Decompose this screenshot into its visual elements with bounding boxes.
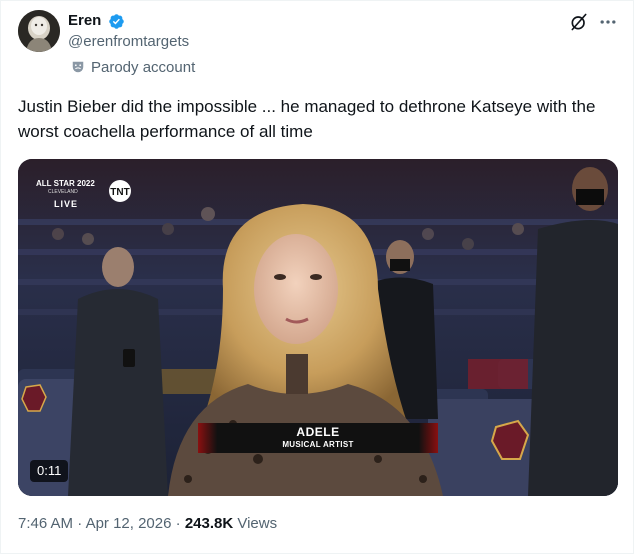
views-label: Views [237,515,278,532]
parody-label: Parody account [71,58,195,76]
tweet-text: Justin Bieber did the impossible ... he … [18,97,596,141]
views-count[interactable]: 243.8K [185,515,233,532]
tweet-video[interactable]: TNT ALL STAR 2022 CLEVELAND LIVE ADELE M… [18,159,618,496]
avatar-image [18,10,60,52]
verified-badge-icon[interactable] [108,13,125,30]
tweet-time[interactable]: 7:46 AM [18,515,73,532]
meta-separator: · [77,515,83,532]
lower-third-title: MUSICAL ARTIST [282,440,354,449]
tweet-date[interactable]: Apr 12, 2026 [86,515,172,532]
video-duration: 0:11 [30,460,69,482]
meta-separator: · [175,515,181,532]
parody-label-text: Parody account [91,58,196,76]
tweet-meta: 7:46 AM · Apr 12, 2026 · 243.8K Views [18,515,277,532]
grok-icon[interactable] [569,12,589,32]
theater-masks-icon [72,61,84,73]
tweet-card: Eren @erenfromtargets Parody account Jus… [0,0,634,554]
broadcast-badge: ALL STAR 2022 [36,179,95,188]
author-display-name[interactable]: Eren [68,12,101,29]
svg-text:TNT: TNT [110,187,129,198]
more-dots-icon[interactable] [598,12,618,32]
author-handle[interactable]: @erenfromtargets [68,33,189,50]
avatar[interactable] [18,10,60,52]
lower-third-name: ADELE [296,425,340,439]
live-label: LIVE [54,199,79,209]
broadcast-badge-sub: CLEVELAND [48,189,78,195]
lower-third: ADELE MUSICAL ARTIST [198,423,438,453]
